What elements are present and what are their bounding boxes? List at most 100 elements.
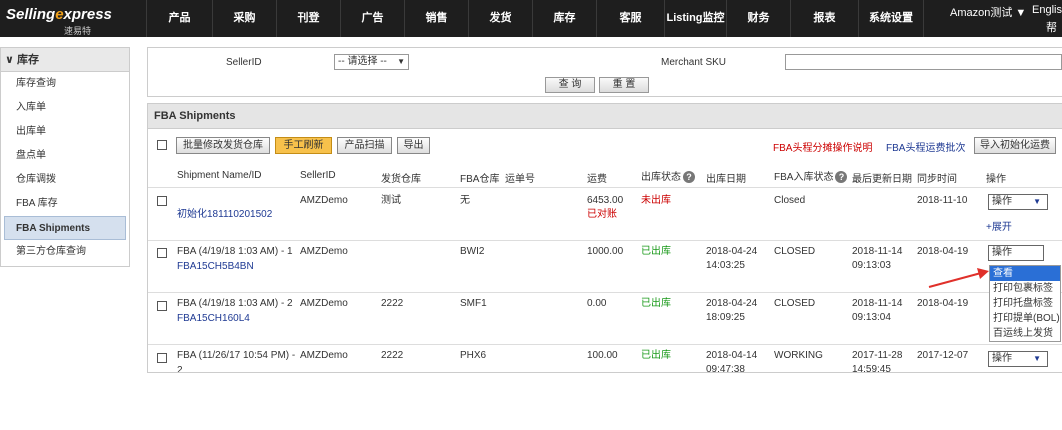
nav-item-listing-monitor[interactable]: Listing监控 <box>664 0 726 37</box>
logo[interactable]: Sellingexpress 速易特 <box>6 4 121 36</box>
out-status-cell: 未出库 <box>641 195 671 206</box>
product-scan-button[interactable]: 产品扫描 <box>337 137 392 154</box>
sync-date-cell: 2018-04-19 <box>917 246 969 257</box>
divider <box>148 344 1062 345</box>
update-time-cell: 14:59:45 <box>852 364 891 373</box>
chevron-down-icon: ▼ <box>1033 354 1041 363</box>
fba-allocation-help-link[interactable]: FBA头程分摊操作说明 <box>773 139 872 154</box>
sidebar-item-inbound[interactable]: 入库单 <box>1 96 129 120</box>
nav-item-inventory[interactable]: 库存 <box>532 0 596 37</box>
nav-item-reports[interactable]: 报表 <box>790 0 858 37</box>
col-seller-id: SellerID <box>300 170 336 181</box>
account-menu[interactable]: Amazon测试 ▼ <box>950 4 1026 20</box>
shipment-id-link[interactable]: 初始化181110201502 <box>177 208 272 222</box>
sync-date-cell: 2018-04-19 <box>917 298 969 309</box>
out-date-cell: 2018-04-24 <box>706 298 758 309</box>
sidebar-item-inventory-query[interactable]: 库存查询 <box>1 72 129 96</box>
menu-item-print-bol[interactable]: 打印提单(BOL) <box>990 311 1060 326</box>
expand-link[interactable]: +展开 <box>986 221 1012 235</box>
sidebar-item-3pl-query[interactable]: 第三方仓库查询 <box>1 240 129 264</box>
nav-item-product[interactable]: 产品 <box>146 0 212 37</box>
row-checkbox[interactable] <box>157 248 167 258</box>
menu-item-online-ship[interactable]: 百运线上发货 <box>990 326 1060 341</box>
operation-select-label: 操作 <box>992 353 1012 364</box>
shipment-name-cell: FBA (4/19/18 1:03 AM) - 2 <box>177 298 293 309</box>
seller-id-select[interactable]: -- 请选择 -- ▼ <box>334 54 409 70</box>
select-all-checkbox[interactable] <box>157 140 167 150</box>
seller-id-cell: AMZDemo <box>300 246 348 257</box>
red-arrow-annotation <box>928 268 989 288</box>
fba-status-cell: CLOSED <box>774 246 816 257</box>
out-status-cell: 已出库 <box>641 298 671 309</box>
col-out-date: 出库日期 <box>706 174 746 185</box>
panel-title: FBA Shipments <box>148 104 1062 129</box>
merchant-sku-input[interactable] <box>785 54 1062 70</box>
out-time-cell: 18:09:25 <box>706 312 745 323</box>
sync-date-cell: 2017-12-07 <box>917 350 969 361</box>
shipment-id-link[interactable]: FBA15CH160L4 <box>177 312 250 326</box>
sidebar-item-transfer[interactable]: 仓库调拨 <box>1 168 129 192</box>
reconciled-badge: 已对账 <box>587 209 617 220</box>
freight-cell: 6453.00 <box>587 195 624 206</box>
warehouse-cell: 测试 <box>381 195 401 206</box>
reset-button[interactable]: 重 置 <box>599 77 649 93</box>
language-switch[interactable]: Englis <box>1032 4 1062 16</box>
col-freight: 运费 <box>587 174 607 185</box>
menu-item-print-package-label[interactable]: 打印包裹标签 <box>990 281 1060 296</box>
seller-id-cell: AMZDemo <box>300 195 348 206</box>
sidebar-header[interactable]: ∨ 库存 <box>1 48 129 72</box>
out-date-cell: 2018-04-24 <box>706 246 758 257</box>
freight-cell: 100.00 <box>587 350 618 361</box>
warehouse-cell: 2222 <box>381 298 404 309</box>
sidebar-item-outbound[interactable]: 出库单 <box>1 120 129 144</box>
menu-item-view[interactable]: 查看 <box>990 266 1060 281</box>
operation-select-label: 操作 <box>992 196 1012 207</box>
row-checkbox[interactable] <box>157 196 167 206</box>
nav-item-shipping[interactable]: 发货 <box>468 0 532 37</box>
divider <box>148 187 1062 188</box>
sidebar: ∨ 库存 库存查询 入库单 出库单 盘点单 仓库调拨 FBA 库存 FBA Sh… <box>0 47 130 267</box>
nav-item-purchase[interactable]: 采购 <box>212 0 276 37</box>
out-time-cell: 09:47:38 <box>706 364 745 373</box>
out-status-cell: 已出库 <box>641 246 671 257</box>
help-link[interactable]: 帮 <box>1046 19 1057 35</box>
col-operation: 操作 <box>986 174 1006 185</box>
nav-item-service[interactable]: 客服 <box>596 0 664 37</box>
shipment-id-link[interactable]: FBA15CH5B4BN <box>177 260 254 274</box>
nav-item-listing[interactable]: 刊登 <box>276 0 340 37</box>
seller-id-label: SellerID <box>226 57 262 68</box>
row-checkbox[interactable] <box>157 301 167 311</box>
row-checkbox[interactable] <box>157 353 167 363</box>
fba-status-cell: Closed <box>774 195 806 206</box>
sidebar-item-stocktake[interactable]: 盘点单 <box>1 144 129 168</box>
sidebar-item-fba-shipments[interactable]: FBA Shipments <box>4 216 126 240</box>
update-date-cell: 2018-11-14 <box>852 298 903 309</box>
batch-edit-warehouse-button[interactable]: 批量修改发货仓库 <box>176 137 270 154</box>
search-panel: SellerID -- 请选择 -- ▼ Merchant SKU 查 询 重 置 <box>147 47 1062 97</box>
nav-item-sales[interactable]: 销售 <box>404 0 468 37</box>
sidebar-item-fba-inventory[interactable]: FBA 库存 <box>1 192 129 216</box>
operation-select[interactable]: 操作 ▼ <box>988 351 1048 367</box>
col-fba-warehouse: FBA仓库 <box>460 174 500 185</box>
manual-refresh-button[interactable]: 手工刷新 <box>275 137 332 154</box>
out-date-cell: 2018-04-14 <box>706 350 758 361</box>
nav-item-settings[interactable]: 系统设置 <box>858 0 924 37</box>
help-icon[interactable]: ? <box>835 171 848 184</box>
operation-select[interactable]: 操作 ▼ <box>988 194 1048 210</box>
nav-item-finance[interactable]: 财务 <box>726 0 790 37</box>
fba-freight-batch-link[interactable]: FBA头程运费批次 <box>886 139 965 154</box>
update-date-cell: 2018-11-14 <box>852 246 903 257</box>
help-icon[interactable]: ? <box>683 171 695 184</box>
query-button[interactable]: 查 询 <box>545 77 595 93</box>
operation-select-open[interactable]: 操作 <box>988 245 1044 261</box>
menu-item-print-pallet-label[interactable]: 打印托盘标签 <box>990 296 1060 311</box>
fba-warehouse-cell: SMF1 <box>460 298 487 309</box>
operation-select-label: 操作 <box>992 247 1012 258</box>
divider <box>148 240 1062 241</box>
nav-item-ads[interactable]: 广告 <box>340 0 404 37</box>
export-button[interactable]: 导出 <box>397 137 430 154</box>
logo-subtitle: 速易特 <box>64 26 92 36</box>
col-out-status: 出库状态? <box>641 168 695 184</box>
import-initial-freight-button[interactable]: 导入初始化运费 <box>974 137 1056 154</box>
col-ship-warehouse: 发货仓库 <box>381 174 421 185</box>
